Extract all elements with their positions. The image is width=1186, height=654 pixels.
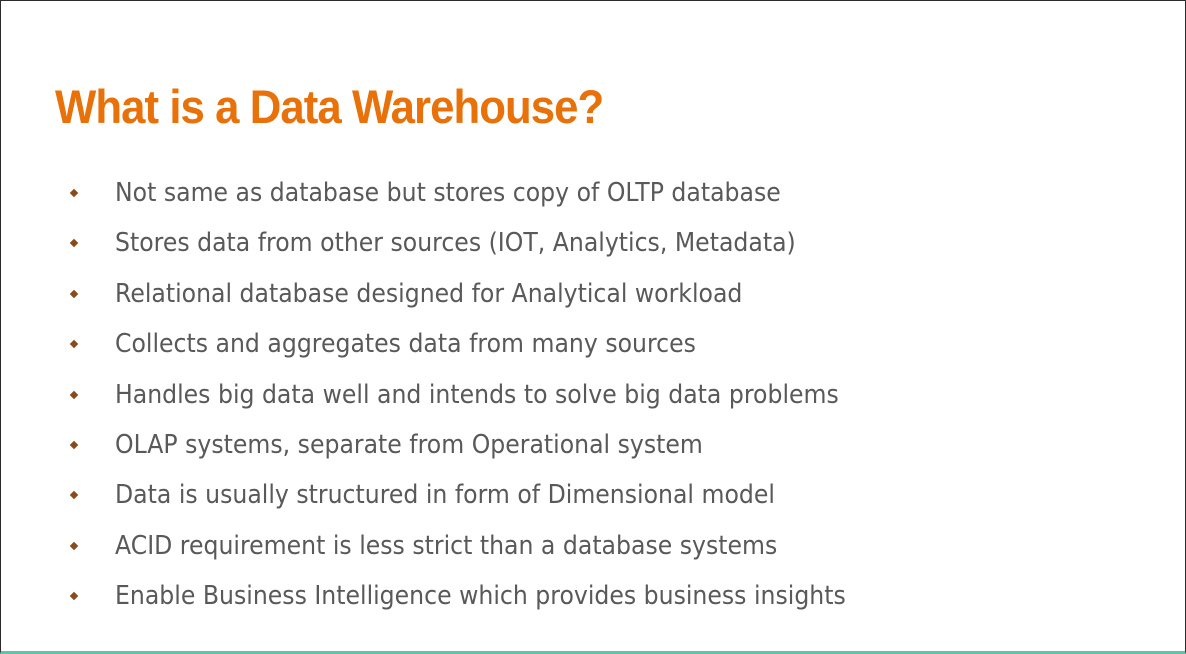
bullet-item: Handles big data well and intends to sol… <box>69 370 905 420</box>
slide-title-text: What is a Data Warehouse? <box>55 80 604 133</box>
bullet-text: Relational database designed for Analyti… <box>115 278 743 309</box>
bullet-item: ACID requirement is less strict than a d… <box>69 521 905 571</box>
bullet-item: Relational database designed for Analyti… <box>69 269 905 319</box>
slide-title: What is a Data Warehouse? <box>55 75 604 139</box>
bullet-text: Stores data from other sources (IOT, Ana… <box>115 228 796 259</box>
bullet-text: Data is usually structured in form of Di… <box>115 480 775 511</box>
bullet-text: Collects and aggregates data from many s… <box>115 329 696 360</box>
bullet-text: Enable Business Intelligence which provi… <box>115 581 846 612</box>
diamond-bullet-icon <box>69 390 79 399</box>
slide: What is a Data Warehouse? Not same as da… <box>0 0 1186 654</box>
diamond-bullet-icon <box>69 339 79 349</box>
diamond-bullet-icon <box>69 440 79 450</box>
bullet-item: Not same as database but stores copy of … <box>69 168 905 218</box>
bullet-item: Data is usually structured in form of Di… <box>69 470 905 520</box>
diamond-bullet-icon <box>69 591 79 601</box>
diamond-bullet-icon <box>69 188 79 198</box>
diamond-bullet-icon <box>69 239 79 248</box>
bullet-item: Enable Business Intelligence which provi… <box>69 571 905 621</box>
diamond-bullet-icon <box>69 491 79 500</box>
bullet-item: OLAP systems, separate from Operational … <box>69 420 905 470</box>
bullet-text: Handles big data well and intends to sol… <box>115 379 839 410</box>
diamond-bullet-icon <box>69 289 79 299</box>
bullet-list: Not same as database but stores copy of … <box>69 168 905 622</box>
bullet-text: ACID requirement is less strict than a d… <box>115 530 778 561</box>
bullet-item: Stores data from other sources (IOT, Ana… <box>69 218 905 268</box>
diamond-bullet-icon <box>69 541 79 550</box>
bullet-text: OLAP systems, separate from Operational … <box>115 429 703 460</box>
bullet-text: Not same as database but stores copy of … <box>115 178 781 208</box>
bullet-item: Collects and aggregates data from many s… <box>69 319 905 369</box>
